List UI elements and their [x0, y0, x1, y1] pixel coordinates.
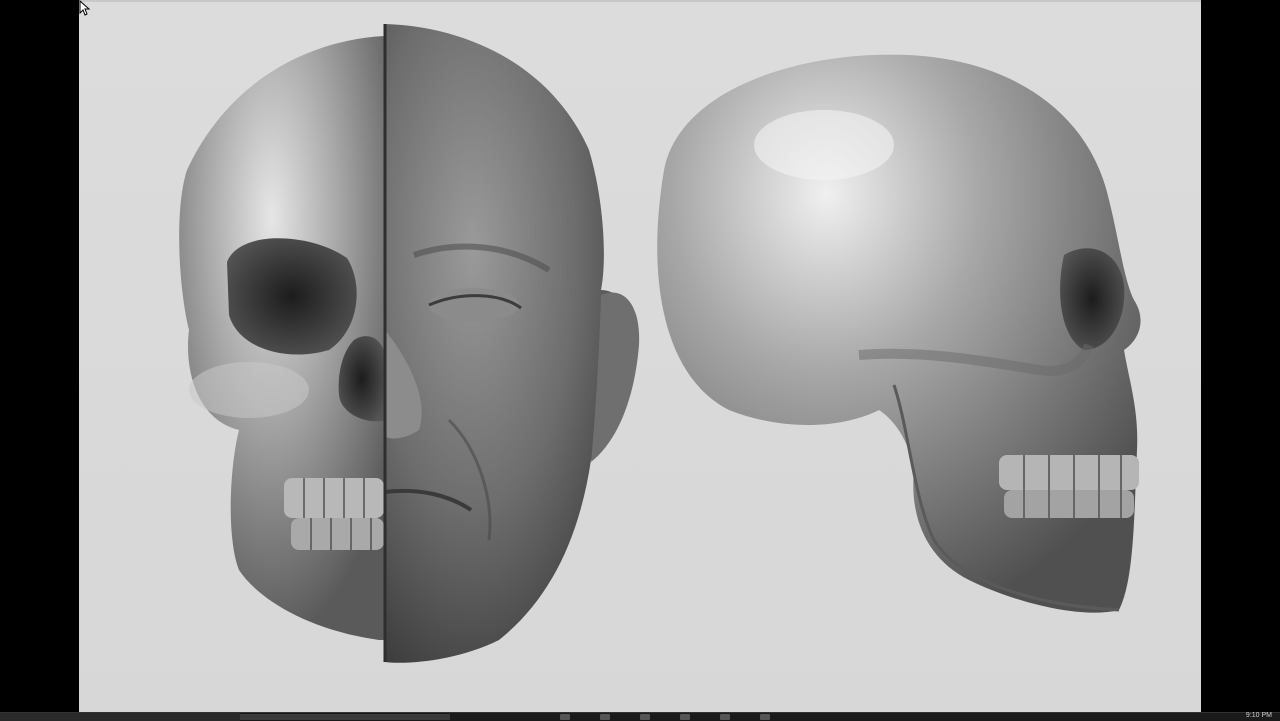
app-icon[interactable] [680, 714, 690, 720]
folder-icon[interactable] [640, 714, 650, 720]
app-icon[interactable] [720, 714, 730, 720]
eye-socket [227, 238, 357, 355]
task-view-icon[interactable] [560, 714, 570, 720]
front-face-half[interactable] [384, 24, 640, 663]
side-teeth [999, 455, 1139, 518]
teeth-lower [291, 518, 384, 550]
front-skull-half[interactable] [179, 36, 385, 640]
eyelid [429, 288, 519, 322]
app-icon[interactable] [760, 714, 770, 720]
3d-viewport[interactable] [79, 0, 1201, 712]
browser-icon[interactable] [600, 714, 610, 720]
teeth-upper [284, 478, 384, 518]
arrow-cursor-icon [79, 0, 91, 16]
side-skull[interactable] [657, 54, 1141, 613]
taskbar-clock[interactable]: 9:10 PM [1246, 712, 1272, 720]
letterbox-right [1201, 0, 1280, 720]
viewport-canvas [179, 24, 1141, 663]
search-icon[interactable] [240, 714, 450, 720]
letterbox-left [0, 0, 79, 720]
